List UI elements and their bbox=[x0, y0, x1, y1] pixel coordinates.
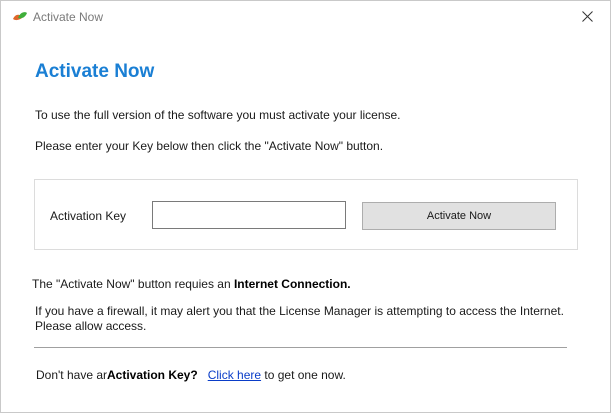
activation-key-input[interactable] bbox=[152, 201, 346, 229]
requirement-bold: Internet Connection. bbox=[233, 277, 351, 291]
click-here-link[interactable]: Click here bbox=[208, 368, 261, 382]
requirement-text: The "Activate Now" button requies an Int… bbox=[32, 277, 351, 291]
firewall-note: If you have a firewall, it may alert you… bbox=[35, 304, 564, 333]
footer-prefix: Don't have ar bbox=[36, 368, 107, 382]
activation-key-label: Activation Key bbox=[50, 209, 127, 223]
activate-now-button[interactable]: Activate Now bbox=[362, 202, 556, 230]
leaf-logo-icon bbox=[13, 12, 27, 21]
intro-text-1: To use the full version of the software … bbox=[35, 108, 401, 122]
window-title: Activate Now bbox=[33, 10, 104, 24]
close-button[interactable] bbox=[564, 1, 610, 32]
footer-suffix: to get one now. bbox=[261, 368, 346, 382]
intro-text-2: Please enter your Key below then click t… bbox=[35, 139, 384, 153]
footer-bold: Activation Key? bbox=[107, 368, 198, 382]
requirement-prefix: The "Activate Now" button requies an bbox=[32, 277, 234, 291]
footer-text: Don't have arActivation Key? Click here … bbox=[36, 368, 346, 382]
divider bbox=[34, 347, 567, 348]
activation-key-panel: Activation Key Activate Now bbox=[34, 179, 578, 250]
close-icon bbox=[581, 11, 593, 22]
page-title: Activate Now bbox=[35, 61, 155, 82]
title-bar: Activate Now bbox=[1, 1, 610, 33]
activation-window: Activate Now Activate Now To use the ful… bbox=[0, 0, 611, 413]
